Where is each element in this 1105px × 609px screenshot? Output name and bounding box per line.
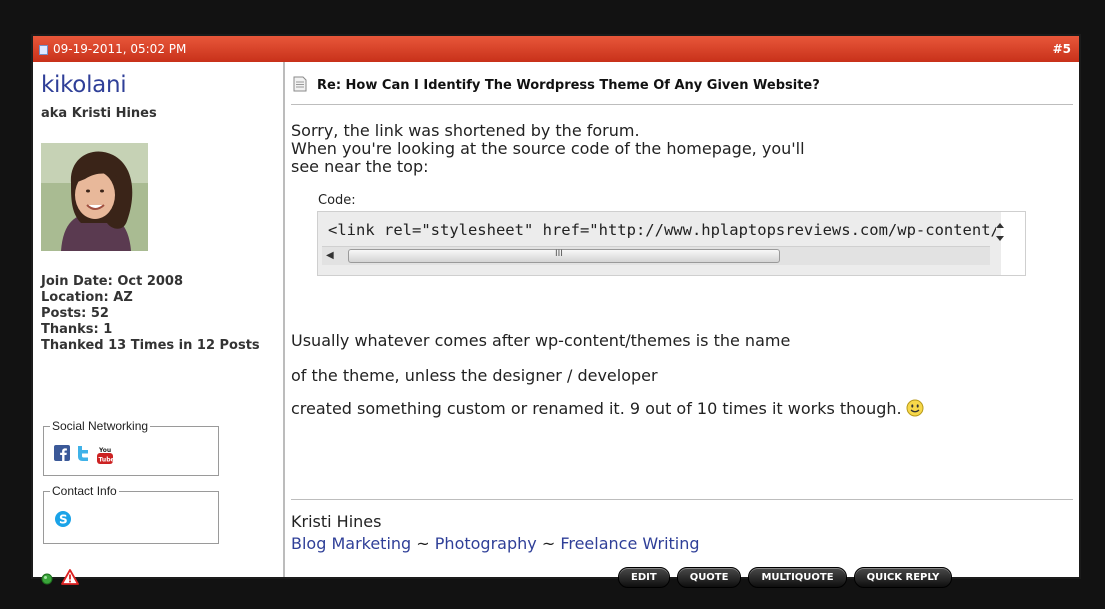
vertical-scrollbar[interactable] [993, 218, 1007, 246]
scrollbar-thumb[interactable]: III [348, 249, 780, 263]
contact-info-legend: Contact Info [50, 484, 119, 498]
post-header: 09-19-2011, 05:02 PM #5 [33, 36, 1079, 62]
signature-name: Kristi Hines [291, 512, 382, 531]
message-line: Sorry, the link was shortened by the for… [291, 121, 640, 140]
signature-separator: ~ [536, 534, 561, 553]
code-block[interactable]: <link rel="stylesheet" href="http://www.… [317, 211, 1026, 276]
message-paragraph-with-smiley: created something custom or renamed it. … [291, 399, 924, 421]
post-title: Re: How Can I Identify The Wordpress The… [317, 78, 820, 93]
scroll-corner [996, 212, 1025, 275]
signature-divider [291, 499, 1073, 500]
message-line: see near the top: [291, 157, 429, 176]
svg-text:Tube: Tube [99, 457, 115, 464]
user-title: aka Kristi Hines [41, 106, 157, 121]
message-paragraph: created something custom or renamed it. … [291, 399, 902, 418]
forum-post: 09-19-2011, 05:02 PM #5 kikolani aka Kri… [31, 34, 1081, 588]
post-action-buttons: EDIT QUOTE MULTIQUOTE QUICK REPLY [618, 567, 953, 588]
multiquote-button[interactable]: MULTIQUOTE [748, 567, 847, 588]
thanked-count: Thanked 13 Times in 12 Posts [41, 338, 260, 353]
user-status-row [41, 569, 79, 589]
post-content: Re: How Can I Identify The Wordpress The… [285, 62, 1079, 588]
signature-links: Blog Marketing ~ Photography ~ Freelance… [291, 534, 700, 553]
thanks-count: Thanks: 1 [41, 322, 113, 337]
username-link[interactable]: kikolani [41, 72, 127, 98]
user-info-pane: kikolani aka Kristi Hines Join Date: Oct… [33, 62, 285, 585]
signature-link-freelance-writing[interactable]: Freelance Writing [560, 534, 699, 553]
scroll-left-arrow-icon[interactable]: ◀ [326, 251, 334, 261]
page-background: 09-19-2011, 05:02 PM #5 kikolani aka Kri… [0, 0, 1105, 609]
message-paragraph: of the theme, unless the designer / deve… [291, 366, 658, 385]
edit-button[interactable]: EDIT [618, 567, 670, 588]
contact-info-box: Contact Info S [43, 484, 219, 544]
message-paragraph: Usually whatever comes after wp-content/… [291, 331, 791, 350]
grip-icon: III [555, 249, 563, 259]
code-text[interactable]: <link rel="stylesheet" href="http://www.… [328, 221, 996, 239]
quick-reply-button[interactable]: QUICK REPLY [853, 567, 953, 588]
signature-link-blog-marketing[interactable]: Blog Marketing [291, 534, 411, 553]
post-title-row: Re: How Can I Identify The Wordpress The… [291, 72, 1073, 105]
avatar[interactable] [41, 143, 148, 251]
youtube-icon[interactable]: You Tube [96, 445, 115, 469]
facebook-icon[interactable] [54, 445, 70, 469]
horizontal-scrollbar[interactable]: ◀ III [322, 246, 990, 265]
report-post-icon[interactable] [61, 569, 79, 589]
twitter-icon[interactable] [76, 445, 90, 469]
social-networking-box: Social Networking You Tube [43, 419, 219, 476]
online-status-icon [41, 570, 53, 589]
skype-icon[interactable]: S [54, 510, 72, 532]
join-date: Join Date: Oct 2008 [41, 274, 184, 289]
svg-text:You: You [98, 447, 111, 454]
signature-separator: ~ [411, 534, 435, 553]
post-count: Posts: 52 [41, 306, 109, 321]
document-icon [293, 76, 307, 96]
svg-text:S: S [59, 513, 68, 527]
signature-link-photography[interactable]: Photography [435, 534, 537, 553]
code-label: Code: [318, 193, 356, 208]
user-stats: Join Date: Oct 2008 Location: AZ Posts: … [41, 274, 276, 354]
smile-emoticon-icon [906, 399, 924, 421]
message-intro: Sorry, the link was shortened by the for… [291, 122, 991, 176]
post-icon [39, 45, 48, 55]
social-networking-legend: Social Networking [50, 419, 151, 433]
post-date: 09-19-2011, 05:02 PM [53, 42, 187, 56]
location: Location: AZ [41, 290, 133, 305]
post-number-link[interactable]: #5 [1053, 36, 1071, 62]
message-line: When you're looking at the source code o… [291, 139, 805, 158]
quote-button[interactable]: QUOTE [676, 567, 742, 588]
